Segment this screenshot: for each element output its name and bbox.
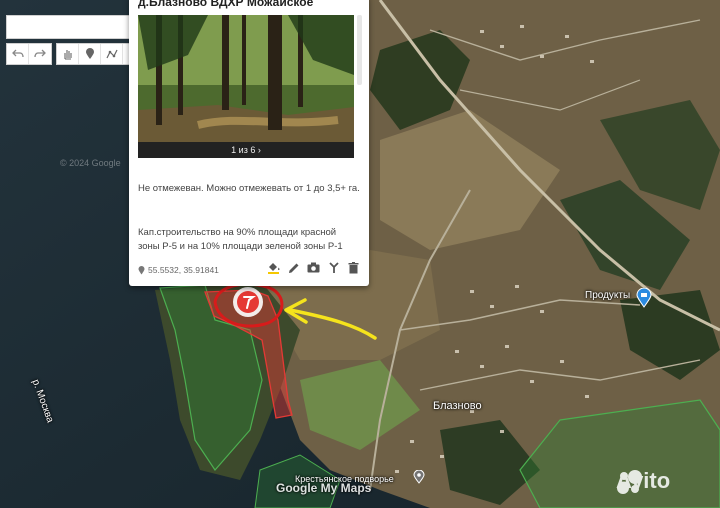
marker-icon — [85, 48, 94, 59]
delete-icon — [348, 261, 359, 273]
add-marker-button[interactable] — [79, 44, 101, 64]
paint-bucket-icon — [268, 263, 280, 274]
undo-button[interactable] — [7, 44, 29, 64]
photo-counter[interactable]: 1 из 6 › — [138, 142, 354, 158]
avito-watermark: Avito — [616, 468, 670, 494]
next-photo-icon[interactable]: › — [258, 145, 261, 155]
card-scrollbar[interactable] — [357, 15, 362, 85]
select-hand-button[interactable] — [57, 44, 79, 64]
google-my-maps-logo: Google My Maps — [276, 481, 372, 495]
style-fill-button[interactable] — [266, 260, 281, 275]
add-photo-button[interactable] — [306, 260, 321, 275]
forest-photo — [138, 15, 354, 158]
map-copyright: © 2024 Google — [60, 158, 121, 168]
history-group — [6, 43, 52, 65]
style-icon — [328, 261, 339, 273]
redo-button[interactable] — [29, 44, 51, 64]
draw-line-button[interactable] — [101, 44, 123, 64]
undo-icon — [11, 49, 24, 58]
place-photo[interactable]: 1 из 6 › — [138, 15, 354, 158]
village-label: Блазново — [433, 400, 482, 412]
edit-pencil-icon — [288, 263, 298, 273]
camera-icon — [307, 262, 320, 273]
selected-marker-pin[interactable] — [232, 286, 264, 318]
card-title: д.Блазново ВДХР Можайское — [138, 0, 314, 9]
polyline-icon — [105, 49, 118, 59]
description-line-2: Кап.строительство на 90% площади красной… — [138, 227, 343, 252]
redo-icon — [34, 49, 46, 58]
location-pin-icon — [138, 265, 145, 274]
farm-marker-icon[interactable] — [413, 470, 425, 484]
delete-button[interactable] — [346, 260, 361, 275]
edit-button[interactable] — [286, 260, 301, 275]
card-actions — [266, 260, 361, 275]
description-line-1: Не отмежеван. Можно отмежевать от 1 до 3… — [138, 183, 360, 194]
feature-info-card: д.Блазново ВДХР Можайское 1 из 6 › Не от… — [129, 0, 369, 286]
shop-marker-icon[interactable] — [636, 288, 652, 308]
route-style-button[interactable] — [326, 260, 341, 275]
avito-dots-icon — [617, 470, 642, 494]
coordinates: 55.5532, 35.91841 — [138, 265, 219, 275]
shop-label: Продукты — [585, 290, 631, 301]
hand-icon — [63, 50, 72, 60]
